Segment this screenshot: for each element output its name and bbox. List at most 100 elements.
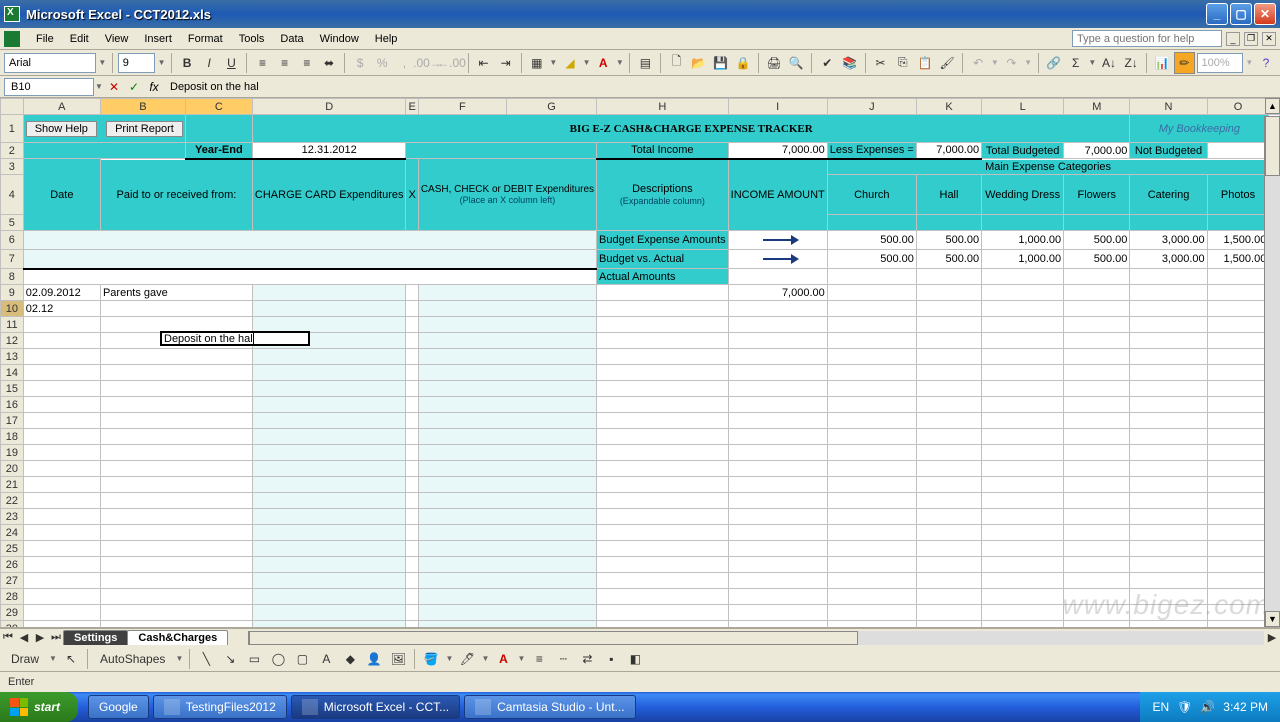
- cell[interactable]: [728, 541, 827, 557]
- cell[interactable]: [418, 605, 596, 621]
- col-header[interactable]: D: [252, 99, 406, 115]
- cell[interactable]: [827, 445, 916, 461]
- redo-button[interactable]: ↷: [1001, 52, 1021, 74]
- name-box-dropdown-icon[interactable]: ▼: [94, 82, 104, 91]
- cell[interactable]: [406, 349, 418, 365]
- cell[interactable]: [1207, 509, 1269, 525]
- cell[interactable]: [827, 525, 916, 541]
- dash-style-button[interactable]: ┄: [552, 648, 574, 670]
- row-header[interactable]: 19: [1, 445, 24, 461]
- cell[interactable]: [827, 365, 916, 381]
- line-style-button[interactable]: ≡: [528, 648, 550, 670]
- menu-tools[interactable]: Tools: [231, 31, 273, 47]
- taskbar-item-camtasia[interactable]: Camtasia Studio - Unt...: [464, 695, 635, 719]
- cell[interactable]: [23, 333, 100, 349]
- cell[interactable]: [1064, 509, 1130, 525]
- cell[interactable]: [418, 413, 596, 429]
- cell[interactable]: [1130, 525, 1207, 541]
- scroll-down-button[interactable]: ▼: [1265, 611, 1280, 627]
- cell[interactable]: [418, 557, 596, 573]
- row-header[interactable]: 16: [1, 397, 24, 413]
- cell[interactable]: [827, 333, 916, 349]
- increase-decimal-button[interactable]: .00→: [417, 52, 439, 74]
- cell[interactable]: [1207, 317, 1269, 333]
- fill-color-dropdown-icon[interactable]: ▼: [582, 58, 591, 67]
- cell[interactable]: [827, 509, 916, 525]
- cell[interactable]: [728, 557, 827, 573]
- budget-value[interactable]: 1,000.00: [982, 231, 1064, 250]
- align-right-button[interactable]: ≡: [297, 52, 317, 74]
- line-color-dropdown-icon[interactable]: ▼: [480, 654, 490, 663]
- cell[interactable]: [23, 445, 100, 461]
- cell[interactable]: [982, 365, 1064, 381]
- cell[interactable]: [406, 573, 418, 589]
- chart-wizard-button[interactable]: 📊: [1152, 52, 1172, 74]
- horizontal-scrollbar[interactable]: [248, 631, 1264, 645]
- col-header[interactable]: A: [23, 99, 100, 115]
- new-button[interactable]: 🗋: [666, 52, 686, 74]
- cell[interactable]: [23, 397, 100, 413]
- cell[interactable]: [597, 429, 729, 445]
- mdi-close[interactable]: ✕: [1262, 32, 1276, 46]
- cell[interactable]: [418, 317, 596, 333]
- diagram-button[interactable]: ◆: [339, 648, 361, 670]
- row-header[interactable]: 2: [1, 143, 24, 159]
- cell[interactable]: [916, 477, 981, 493]
- cell[interactable]: [252, 381, 406, 397]
- cell[interactable]: [1207, 541, 1269, 557]
- tab-first-button[interactable]: ⏮: [0, 631, 16, 644]
- arrow-style-button[interactable]: ⇄: [576, 648, 598, 670]
- active-cell[interactable]: [100, 301, 252, 317]
- cell[interactable]: [406, 445, 418, 461]
- cell[interactable]: [916, 301, 981, 317]
- cell[interactable]: [23, 429, 100, 445]
- font-color-dropdown-icon[interactable]: ▼: [615, 58, 624, 67]
- cell[interactable]: [100, 589, 252, 605]
- cell[interactable]: [597, 381, 729, 397]
- menu-file[interactable]: File: [28, 31, 62, 47]
- col-header[interactable]: O: [1207, 99, 1269, 115]
- row-header[interactable]: 24: [1, 525, 24, 541]
- cell[interactable]: [982, 573, 1064, 589]
- cell[interactable]: [1130, 621, 1207, 629]
- quicklaunch-google[interactable]: Google: [88, 695, 149, 719]
- cell[interactable]: [982, 557, 1064, 573]
- cell[interactable]: [100, 605, 252, 621]
- cell[interactable]: [597, 541, 729, 557]
- spelling-button[interactable]: ✔: [817, 52, 837, 74]
- cell[interactable]: [406, 557, 418, 573]
- row-header[interactable]: 4: [1, 175, 24, 215]
- cell[interactable]: [1064, 493, 1130, 509]
- cell[interactable]: [916, 349, 981, 365]
- cell[interactable]: [418, 381, 596, 397]
- cell[interactable]: [1130, 493, 1207, 509]
- budget-vs-value[interactable]: 1,000.00: [982, 250, 1064, 269]
- cell-date[interactable]: 02.09.2012: [23, 285, 100, 301]
- cell[interactable]: [1207, 573, 1269, 589]
- redo-dropdown-icon[interactable]: ▼: [1024, 58, 1033, 67]
- cell[interactable]: [1130, 333, 1207, 349]
- zoom-select[interactable]: 100%: [1197, 53, 1243, 73]
- cell[interactable]: [406, 285, 418, 301]
- cell[interactable]: [418, 349, 596, 365]
- cell[interactable]: [827, 397, 916, 413]
- line-color-button[interactable]: 🖊: [456, 648, 478, 670]
- row-header[interactable]: 8: [1, 269, 24, 285]
- cell[interactable]: [728, 509, 827, 525]
- cell[interactable]: [252, 477, 406, 493]
- cell[interactable]: [418, 493, 596, 509]
- percent-button[interactable]: %: [372, 52, 392, 74]
- cell[interactable]: [728, 589, 827, 605]
- cell[interactable]: [916, 333, 981, 349]
- cell[interactable]: [100, 381, 252, 397]
- cell[interactable]: [916, 445, 981, 461]
- minimize-button[interactable]: _: [1206, 3, 1228, 25]
- cell[interactable]: [23, 509, 100, 525]
- cell[interactable]: [827, 429, 916, 445]
- cell[interactable]: [418, 445, 596, 461]
- cell[interactable]: [982, 525, 1064, 541]
- cell-paid[interactable]: Parents gave: [100, 285, 252, 301]
- cell-date[interactable]: 02.12: [23, 301, 100, 317]
- cell[interactable]: [23, 381, 100, 397]
- cell[interactable]: [728, 301, 827, 317]
